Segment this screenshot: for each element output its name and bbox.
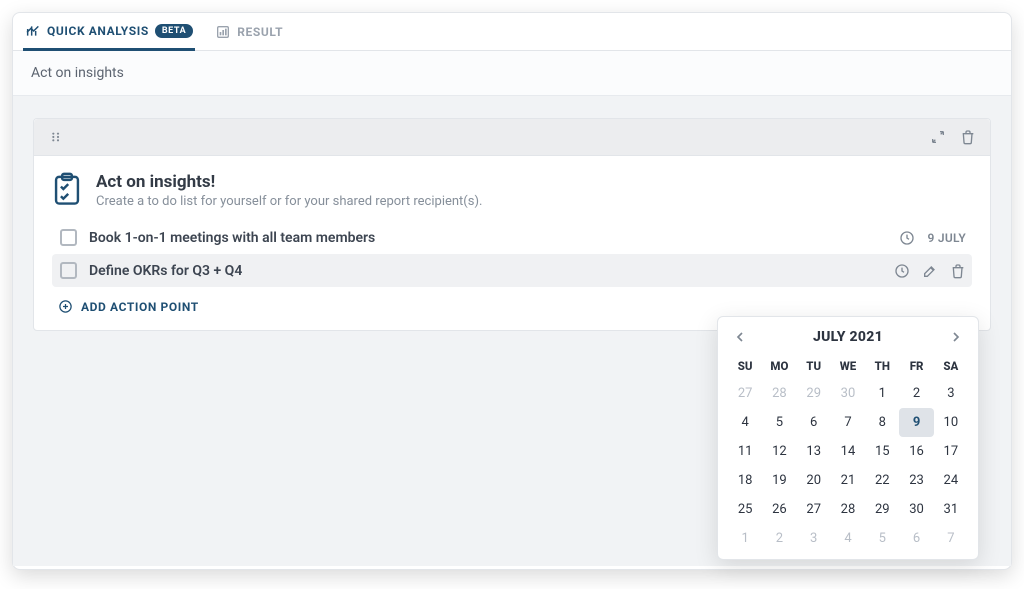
beta-badge: BETA <box>155 24 193 38</box>
calendar-day[interactable]: 8 <box>865 408 899 437</box>
calendar-day[interactable]: 30 <box>899 495 933 524</box>
calendar-title: JULY 2021 <box>813 329 883 345</box>
calendar-day[interactable]: 21 <box>831 466 865 495</box>
checkbox[interactable] <box>60 262 77 279</box>
calendar-day[interactable]: 6 <box>797 408 831 437</box>
action-meta: 9 JULY <box>899 230 966 246</box>
calendar-day[interactable]: 4 <box>728 408 762 437</box>
calendar-day[interactable]: 2 <box>899 379 933 408</box>
insights-card: Act on insights! Create a to do list for… <box>33 118 991 331</box>
calendar-day[interactable]: 18 <box>728 466 762 495</box>
calendar-day[interactable]: 29 <box>865 495 899 524</box>
intro-title: Act on insights! <box>96 172 482 192</box>
checkbox[interactable] <box>60 229 77 246</box>
calendar-day[interactable]: 25 <box>728 495 762 524</box>
calendar-dow: TU <box>797 353 831 379</box>
due-date: 9 JULY <box>927 231 966 245</box>
trash-icon[interactable] <box>950 263 966 279</box>
calendar-day[interactable]: 7 <box>831 408 865 437</box>
calendar-day[interactable]: 27 <box>728 379 762 408</box>
card-header-right <box>930 129 976 145</box>
calendar-day[interactable]: 13 <box>797 437 831 466</box>
date-picker: JULY 2021 SUMOTUWETHFRSA2728293012345678… <box>717 316 979 560</box>
calendar-day[interactable]: 10 <box>934 408 968 437</box>
calendar-day[interactable]: 2 <box>762 524 796 553</box>
calendar-grid: SUMOTUWETHFRSA27282930123456789101112131… <box>728 353 968 553</box>
calendar-day[interactable]: 19 <box>762 466 796 495</box>
section-header: Act on insights <box>13 51 1011 96</box>
action-label: Book 1-on-1 meetings with all team membe… <box>89 230 899 246</box>
chevron-right-icon[interactable] <box>948 329 964 345</box>
calendar-dow: TH <box>865 353 899 379</box>
calendar-day[interactable]: 9 <box>899 408 933 437</box>
card-body: Act on insights! Create a to do list for… <box>34 156 990 330</box>
calendar-day[interactable]: 31 <box>934 495 968 524</box>
calendar-day[interactable]: 23 <box>899 466 933 495</box>
calendar-day[interactable]: 6 <box>899 524 933 553</box>
expand-icon[interactable] <box>930 129 946 145</box>
card-header <box>34 119 990 156</box>
result-icon <box>215 24 231 40</box>
add-action-label: ADD ACTION POINT <box>81 300 199 314</box>
bar-chart-icon <box>25 23 41 39</box>
intro-subtitle: Create a to do list for yourself or for … <box>96 194 482 209</box>
calendar-day[interactable]: 11 <box>728 437 762 466</box>
calendar-day[interactable]: 24 <box>934 466 968 495</box>
calendar-day[interactable]: 4 <box>831 524 865 553</box>
plus-circle-icon <box>58 299 73 314</box>
action-row[interactable]: Define OKRs for Q3 + Q4 <box>52 254 972 287</box>
calendar-day[interactable]: 28 <box>831 495 865 524</box>
calendar-day[interactable]: 12 <box>762 437 796 466</box>
calendar-day[interactable]: 16 <box>899 437 933 466</box>
calendar-dow: FR <box>899 353 933 379</box>
calendar-day[interactable]: 29 <box>797 379 831 408</box>
calendar-day[interactable]: 15 <box>865 437 899 466</box>
trash-icon[interactable] <box>960 129 976 145</box>
section-title: Act on insights <box>31 65 124 81</box>
calendar-header: JULY 2021 <box>728 327 968 353</box>
calendar-day[interactable]: 7 <box>934 524 968 553</box>
tab-bar: QUICK ANALYSIS BETA RESULT <box>13 13 1011 51</box>
calendar-day[interactable]: 30 <box>831 379 865 408</box>
card-header-left <box>48 129 64 145</box>
calendar-day[interactable]: 27 <box>797 495 831 524</box>
calendar-day[interactable]: 3 <box>934 379 968 408</box>
calendar-day[interactable]: 1 <box>865 379 899 408</box>
calendar-day[interactable]: 26 <box>762 495 796 524</box>
add-action-button[interactable]: ADD ACTION POINT <box>52 287 972 318</box>
action-row[interactable]: Book 1-on-1 meetings with all team membe… <box>52 221 972 254</box>
calendar-dow: MO <box>762 353 796 379</box>
action-label: Define OKRs for Q3 + Q4 <box>89 263 894 279</box>
calendar-day[interactable]: 28 <box>762 379 796 408</box>
calendar-day[interactable]: 5 <box>762 408 796 437</box>
clock-icon[interactable] <box>894 263 910 279</box>
calendar-day[interactable]: 22 <box>865 466 899 495</box>
calendar-day[interactable]: 20 <box>797 466 831 495</box>
action-controls <box>894 263 966 279</box>
calendar-day[interactable]: 3 <box>797 524 831 553</box>
chevron-left-icon[interactable] <box>732 329 748 345</box>
intro-block: Act on insights! Create a to do list for… <box>52 172 972 209</box>
calendar-day[interactable]: 14 <box>831 437 865 466</box>
calendar-dow: SU <box>728 353 762 379</box>
edit-icon[interactable] <box>922 263 938 279</box>
calendar-day[interactable]: 5 <box>865 524 899 553</box>
app-window: QUICK ANALYSIS BETA RESULT Act on insigh… <box>12 12 1012 570</box>
calendar-day[interactable]: 17 <box>934 437 968 466</box>
intro-text: Act on insights! Create a to do list for… <box>96 172 482 209</box>
clock-icon <box>899 230 915 246</box>
clipboard-icon <box>52 172 82 206</box>
tab-result[interactable]: RESULT <box>213 13 285 50</box>
drag-handle-icon[interactable] <box>48 129 64 145</box>
tab-quick-analysis[interactable]: QUICK ANALYSIS BETA <box>23 14 195 51</box>
calendar-dow: SA <box>934 353 968 379</box>
calendar-day[interactable]: 1 <box>728 524 762 553</box>
tab-label: QUICK ANALYSIS <box>47 24 149 38</box>
calendar-dow: WE <box>831 353 865 379</box>
tab-label: RESULT <box>237 25 283 39</box>
